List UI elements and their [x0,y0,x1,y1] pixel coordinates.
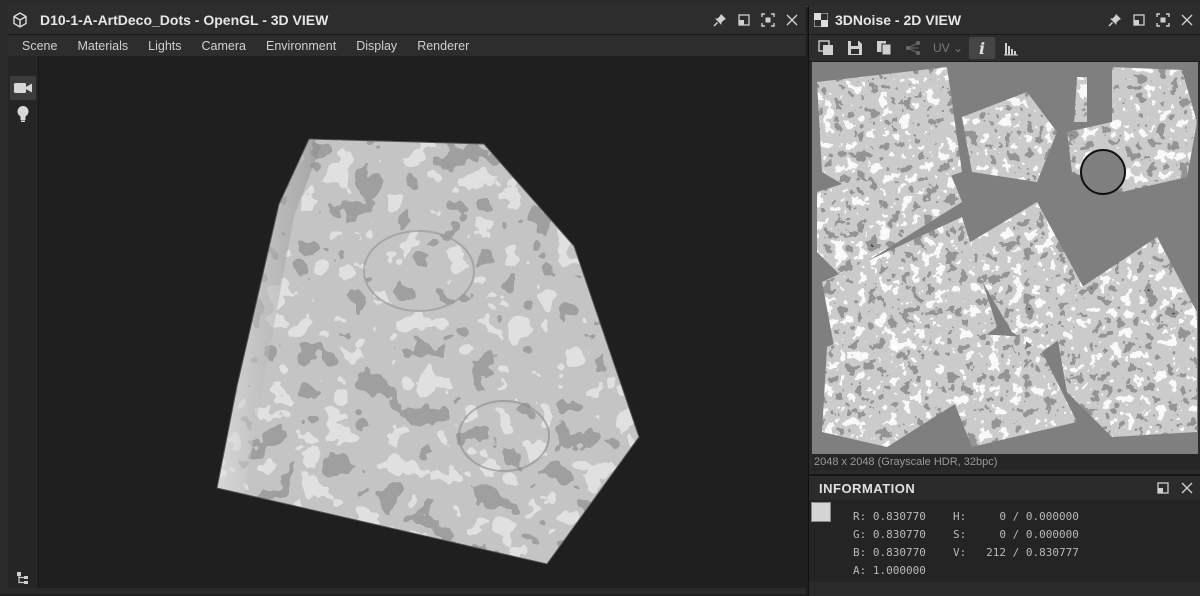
panel-3d-titlebar: D10-1-A-ArtDeco_Dots - OpenGL - 3D VIEW [8,6,806,35]
info-s-value: S: 0 / 0.000000 [953,528,1079,541]
light-tool-button[interactable] [10,102,36,126]
pin-icon[interactable] [1103,10,1127,30]
texture-uv-islands [812,62,1198,454]
info-h-value: H: 0 / 0.000000 [953,510,1079,523]
uv-graph-icon [906,41,920,55]
camera-icon [14,83,32,93]
maximize-icon[interactable] [756,10,780,30]
copy-to-clipboard-icon [818,40,833,55]
panel-3d-bottom-bar [8,588,806,594]
panel-2d-toolbar: UV ⌄ i [809,35,1200,62]
save-icon [848,41,862,55]
menu-camera[interactable]: Camera [192,39,256,53]
histogram-icon [1004,43,1019,56]
info-b-value: B: 0.830770 [853,546,926,559]
restore-icon[interactable] [732,10,756,30]
panel-information: INFORMATION R: 0.830770 G: 0.830770 B: 0… [808,474,1200,596]
info-v-value: V: 212 / 0.830777 [953,546,1079,559]
uv-texture-image[interactable] [812,62,1198,454]
info-g-value: G: 0.830770 [853,528,926,541]
textured-cube-render [216,138,640,565]
menu-materials[interactable]: Materials [67,39,138,53]
panel-3d-view: D10-1-A-ArtDeco_Dots - OpenGL - 3D VIEW … [8,6,806,594]
menu-lights[interactable]: Lights [138,39,191,53]
panel-3d-title: D10-1-A-ArtDeco_Dots - OpenGL - 3D VIEW [40,12,329,28]
maximize-icon[interactable] [1151,10,1175,30]
menu-environment[interactable]: Environment [256,39,346,53]
restore-icon[interactable] [1151,478,1175,498]
uv-graph-button [900,37,926,59]
menu-scene[interactable]: Scene [12,39,67,53]
uv-channel-label: UV [933,41,950,55]
cube-icon [8,10,32,30]
menu-renderer[interactable]: Renderer [407,39,479,53]
scene-tree-icon [17,572,28,584]
pin-icon[interactable] [708,10,732,30]
scene-tree-button[interactable] [10,566,36,590]
duplicate-icon [877,41,892,56]
save-button[interactable] [842,37,868,59]
information-title: INFORMATION [819,480,916,496]
copy-to-clipboard-button[interactable] [813,37,839,59]
color-swatch [811,502,831,522]
panel-2d-titlebar: 3DNoise - 2D VIEW [809,6,1200,35]
histogram-button[interactable] [998,37,1024,59]
info-r-value: R: 0.830770 [853,510,926,523]
duplicate-button[interactable] [871,37,897,59]
image-status-text: 2048 x 2048 (Grayscale HDR, 32bpc) [812,454,1200,470]
camera-tool-button[interactable] [10,76,36,100]
close-icon[interactable] [1175,10,1199,30]
uv-channel-select: UV ⌄ [933,41,963,55]
menu-display[interactable]: Display [346,39,407,53]
restore-icon[interactable] [1127,10,1151,30]
3d-viewport[interactable] [39,56,806,588]
panel-2d-title: 3DNoise - 2D VIEW [835,12,962,28]
close-icon[interactable] [780,10,804,30]
info-button[interactable]: i [969,37,996,59]
panel-2d-view: 3DNoise - 2D VIEW UV ⌄ i 2048 x 2048 (Gr… [808,6,1200,474]
chevron-down-icon: ⌄ [953,41,964,55]
information-titlebar: INFORMATION [809,476,1200,500]
checker-icon [809,10,833,30]
light-bulb-icon [17,106,29,122]
close-icon[interactable] [1175,478,1199,498]
info-icon: i [979,38,986,58]
viewport-side-toolbar [8,56,39,594]
panel-3d-menubar: Scene Materials Lights Camera Environmen… [8,35,806,58]
info-a-value: A: 1.000000 [853,564,926,577]
